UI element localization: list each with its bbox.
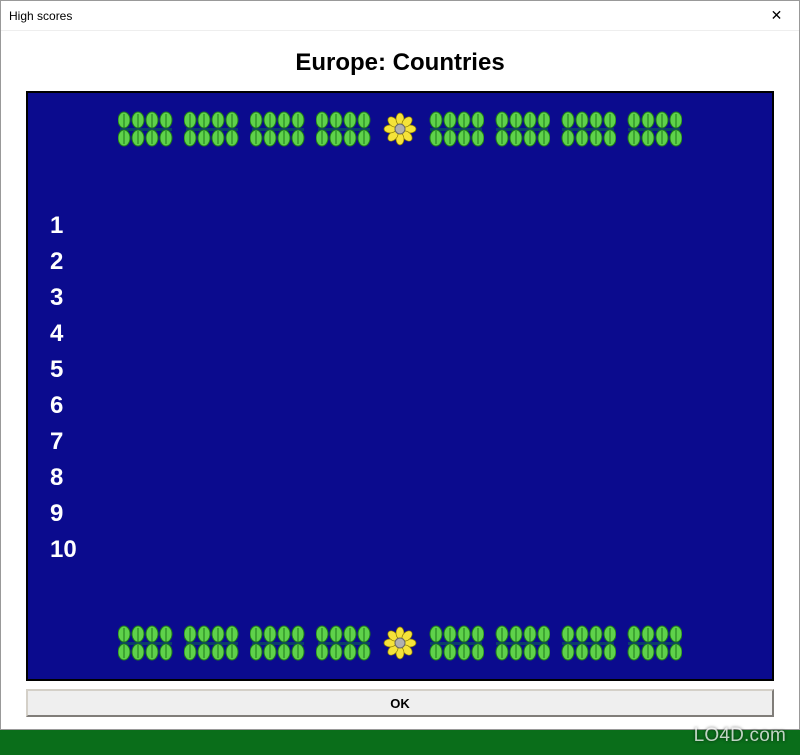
leaf-sprig-icon xyxy=(560,625,616,661)
rank-number: 7 xyxy=(50,430,772,454)
page-title: Europe: Countries xyxy=(1,31,799,91)
leaf-sprig-icon xyxy=(316,625,372,661)
leaf-sprig-icon xyxy=(118,625,174,661)
leaf-sprig-icon xyxy=(184,625,240,661)
rank-number: 8 xyxy=(50,466,772,490)
rank-number: 9 xyxy=(50,502,772,526)
flower-icon xyxy=(382,625,418,661)
rank-number: 1 xyxy=(50,214,772,238)
rank-number: 5 xyxy=(50,358,772,382)
flower-icon xyxy=(382,111,418,147)
rank-number: 6 xyxy=(50,394,772,418)
titlebar: High scores ✕ xyxy=(1,1,799,31)
window-title: High scores xyxy=(9,9,72,23)
watermark: LO4D.com xyxy=(694,725,786,747)
leaf-sprig-icon xyxy=(118,111,174,147)
high-scores-window: High scores ✕ Europe: Countries xyxy=(0,0,800,730)
rank-number: 4 xyxy=(50,322,772,346)
leaf-sprig-icon xyxy=(250,625,306,661)
leaf-sprig-icon xyxy=(494,625,550,661)
rank-number: 10 xyxy=(50,538,772,562)
garland-bottom xyxy=(28,625,772,661)
leaf-sprig-icon xyxy=(316,111,372,147)
rank-number: 2 xyxy=(50,250,772,274)
close-button[interactable]: ✕ xyxy=(754,1,799,30)
garland-top xyxy=(28,111,772,147)
leaf-sprig-icon xyxy=(494,111,550,147)
leaf-sprig-icon xyxy=(428,111,484,147)
ok-button[interactable]: OK xyxy=(26,689,774,717)
leaf-sprig-icon xyxy=(428,625,484,661)
leaf-sprig-icon xyxy=(626,111,682,147)
leaf-sprig-icon xyxy=(250,111,306,147)
leaf-sprig-icon xyxy=(626,625,682,661)
rank-number: 3 xyxy=(50,286,772,310)
score-panel: 1 2 3 4 5 6 7 8 9 10 xyxy=(26,91,774,681)
button-bar: OK xyxy=(26,689,774,717)
leaf-sprig-icon xyxy=(560,111,616,147)
leaf-sprig-icon xyxy=(184,111,240,147)
score-list: 1 2 3 4 5 6 7 8 9 10 xyxy=(28,202,772,570)
